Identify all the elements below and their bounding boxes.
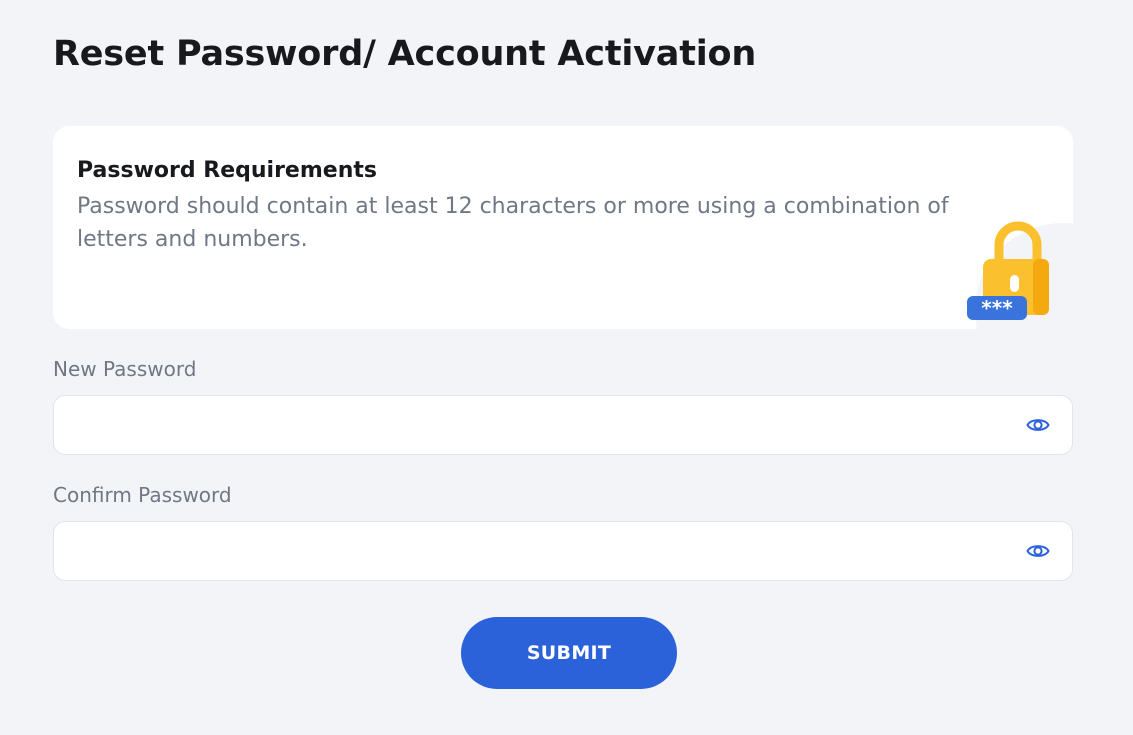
confirm-password-field-box <box>53 521 1073 581</box>
new-password-label: New Password <box>53 357 197 381</box>
requirements-title: Password Requirements <box>77 158 377 183</box>
eye-icon <box>1026 545 1050 557</box>
submit-button[interactable]: SUBMIT <box>461 617 677 689</box>
lock-with-asterisks-icon: *** <box>967 221 1073 329</box>
mask-text: *** <box>981 296 1013 320</box>
confirm-password-visibility-toggle[interactable] <box>1026 540 1050 562</box>
requirements-text: Password should contain at least 12 char… <box>77 194 949 252</box>
page-title: Reset Password/ Account Activation <box>53 34 757 74</box>
new-password-field-box <box>53 395 1073 455</box>
confirm-password-input[interactable] <box>72 522 1002 580</box>
confirm-password-label: Confirm Password <box>53 483 232 507</box>
new-password-input[interactable] <box>72 396 1002 454</box>
new-password-visibility-toggle[interactable] <box>1026 414 1050 436</box>
eye-icon <box>1026 419 1050 431</box>
password-requirements-card: Password Requirements Password should co… <box>53 126 1073 329</box>
